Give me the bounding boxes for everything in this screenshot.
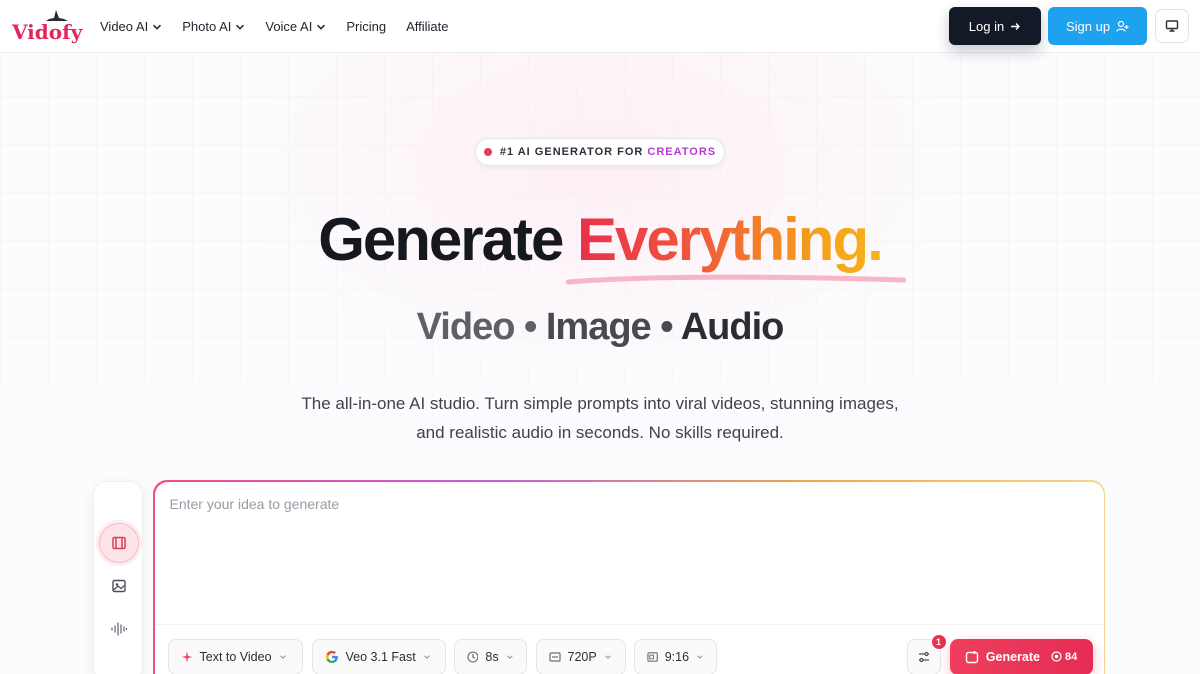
nav-affiliate-label: Affiliate [406,19,449,34]
signup-button[interactable]: Sign up [1048,7,1147,45]
rail-audio-button[interactable] [99,609,139,649]
chevron-down-icon [697,655,703,659]
generate-label: Generate [985,649,1040,664]
nav-video-ai-label: Video AI [100,19,149,34]
signup-label: Sign up [1065,18,1111,34]
nav-pricing-label: Pricing [346,19,387,34]
duration-select[interactable]: 8s [453,638,527,674]
hero-headline: Generate Everything. [0,205,1200,274]
chevron-down-icon [506,654,513,659]
hero-subhead: Video • Image • Audio [0,306,1200,349]
sparkle-icon [181,651,192,662]
nav-video-ai[interactable]: Video AI [100,19,162,34]
brand-name: Vidofy [12,20,83,44]
main-nav: Video AI Photo AI Voice AI Pricing Affil… [100,0,469,53]
subhead-image: Image [545,306,652,348]
settings-count-badge: 1 [930,633,947,650]
resolution-icon [548,651,561,662]
model-label: Veo 3.1 Fast [345,649,416,664]
nav-voice-ai-label: Voice AI [265,19,313,34]
google-icon [325,650,338,663]
nav-voice-ai[interactable]: Voice AI [265,19,326,34]
hero-badge: #1 AI GENERATOR FOR CREATORS [475,138,725,166]
duration-label: 8s [485,649,499,664]
nav-photo-ai[interactable]: Photo AI [182,19,245,34]
credit-cost: 84 [1051,651,1077,663]
generate-button[interactable]: Generate 84 [949,638,1093,674]
clock-icon [466,650,478,663]
subhead-video: Video [416,306,516,348]
badge-accent: CREATORS [647,146,717,158]
rail-image-button[interactable] [99,566,139,606]
image-icon [112,579,126,593]
model-select[interactable]: Veo 3.1 Fast [311,638,446,674]
nav-affiliate[interactable]: Affiliate [406,19,448,34]
waveform-icon [111,622,128,636]
subhead-separator: • [660,306,673,348]
credit-coin-icon [1051,651,1062,662]
nav-photo-ai-label: Photo AI [182,19,232,34]
chevron-down-icon [236,24,245,30]
media-type-rail [93,481,143,674]
top-header: Vidofy Video AI Photo AI Voice AI Pricin… [0,0,1200,53]
sliders-icon [918,651,929,662]
prompt-card-inner: Text to Video Veo 3.1 Fast 8s 720P [154,481,1104,674]
login-label: Log in [968,18,1005,34]
resolution-label: 720P [567,649,597,664]
chevron-down-icon [604,654,611,659]
chevron-down-icon [153,24,162,30]
resolution-select[interactable]: 720P [535,638,626,674]
aspect-ratio-icon [646,651,658,662]
chevron-down-icon [279,654,286,659]
status-dot [483,148,492,156]
hero-description: The all-in-one AI studio. Turn simple pr… [301,394,899,442]
badge-text: #1 AI GENERATOR FOR CREATORS [499,146,717,158]
subhead-separator: • [523,306,537,348]
mode-select[interactable]: Text to Video [167,638,303,674]
theme-toggle-button[interactable] [1155,9,1189,43]
chevron-down-icon [423,654,430,659]
headline-gradient-word: Everything. [577,206,884,273]
film-icon [112,536,126,550]
aspect-ratio-label: 9:16 [664,649,690,664]
user-plus-icon [1116,20,1129,32]
mode-label: Text to Video [199,649,272,664]
subhead-audio: Audio [680,306,785,348]
video-plus-icon [965,650,978,663]
toolbar-divider [154,623,1104,625]
prompt-input[interactable] [169,495,1070,616]
prompt-card: Text to Video Veo 3.1 Fast 8s 720P [153,480,1105,674]
login-button[interactable]: Log in [949,7,1041,45]
nav-pricing[interactable]: Pricing [346,19,386,34]
witch-hat-icon [46,10,68,21]
credit-cost-value: 84 [1064,650,1078,663]
aspect-ratio-select[interactable]: 9:16 [633,638,717,674]
brand-logo[interactable]: Vidofy [12,10,82,44]
arrow-right-icon [1011,22,1021,30]
headline-underline [566,274,906,285]
monitor-icon [1165,20,1179,32]
rail-video-button[interactable] [99,523,139,563]
chevron-down-icon [317,24,326,30]
headline-part1: Generate [318,206,564,273]
